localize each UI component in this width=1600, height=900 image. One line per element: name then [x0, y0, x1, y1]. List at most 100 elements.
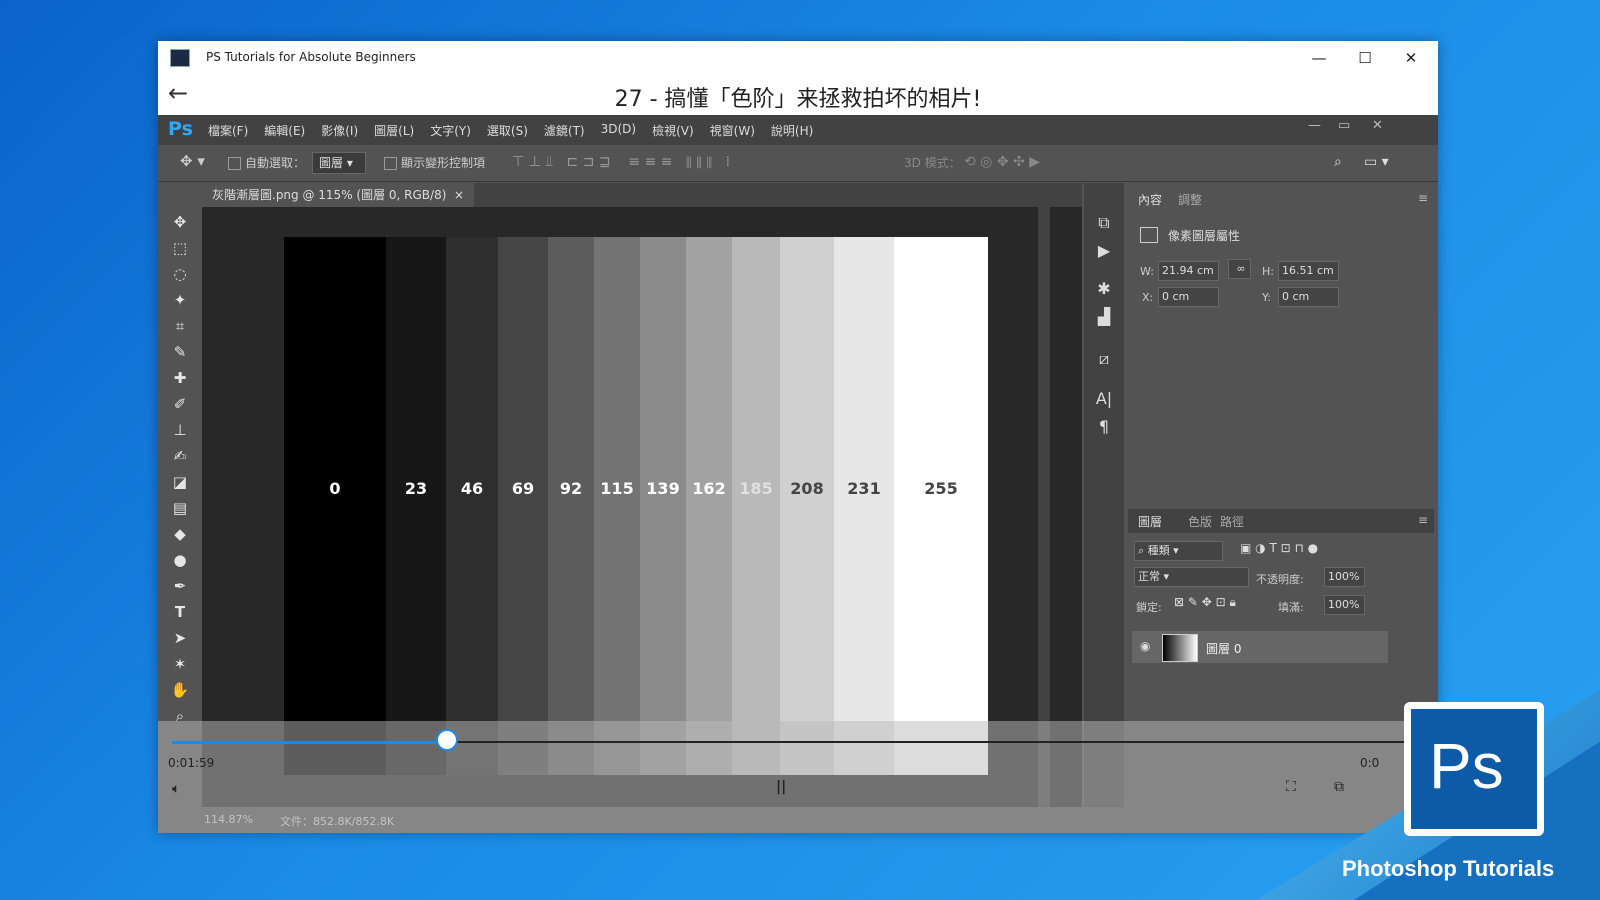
character-icon[interactable]: A| [1092, 389, 1116, 408]
magic-wand-icon[interactable]: ✦ [168, 289, 192, 311]
healing-brush-icon[interactable]: ✚ [168, 367, 192, 389]
fill-field[interactable]: 100% [1324, 595, 1365, 615]
tab-layers[interactable]: 圖層 [1138, 513, 1162, 530]
histogram-icon[interactable]: ▟ [1092, 307, 1116, 326]
marquee-tool-icon[interactable]: ⬚ [168, 237, 192, 259]
move-tool-icon[interactable]: ✥ ▾ [180, 152, 205, 170]
tab-channels[interactable]: 色版 [1188, 513, 1212, 530]
maximize-button[interactable]: ☐ [1342, 44, 1388, 72]
history-brush-icon[interactable]: ✍ [168, 445, 192, 467]
document-tab[interactable]: 灰階漸層圖.png @ 115% (圖層 0, RGB/8) × [202, 183, 475, 207]
menu-item[interactable]: 文字(Y) [430, 122, 471, 139]
paragraph-icon[interactable]: ¶ [1092, 417, 1116, 436]
y-field[interactable]: 0 cm [1278, 287, 1339, 307]
menu-item[interactable]: 檔案(F) [208, 122, 248, 139]
lock-icons[interactable]: ⊠ ✎ ✥ ⊡ 🔒︎ [1174, 595, 1236, 610]
layer-kind-filter[interactable]: ⌕ 種類 ▾ [1134, 541, 1223, 561]
minimize-button[interactable]: — [1296, 44, 1342, 72]
volume-icon[interactable]: 🔈︎ [172, 781, 180, 797]
menu-item[interactable]: 編輯(E) [264, 122, 305, 139]
gray-strip: 69 [498, 237, 548, 775]
layers-menu-icon[interactable]: ≡ [1418, 513, 1428, 527]
share-icon[interactable]: ⧉ [1334, 779, 1344, 795]
auto-select-checkbox[interactable]: 自動選取： [228, 154, 305, 171]
eyedropper-icon[interactable]: ✎ [168, 341, 192, 363]
align-icons[interactable]: ⊤ ⊥ ⫫ ⊏ ⊐ ⊒ ≡ ≡ ≡ ⦀ ⦀ ⦀ ⁞ [512, 154, 730, 170]
auto-select-target-dropdown[interactable]: 圖層 ▾ [312, 152, 366, 174]
gray-strip: 115 [594, 237, 640, 775]
pause-button[interactable]: || [776, 779, 786, 795]
tools-panel: ✥ ⬚ ◌ ✦ ⌗ ✎ ✚ ✐ ⊥ ✍ ◪ ▤ ◆ ● ✒ T ➤ ✶ ✋ ⌕ [162, 211, 198, 731]
path-select-icon[interactable]: ➤ [168, 627, 192, 649]
stamp-tool-icon[interactable]: ⊥ [168, 419, 192, 441]
adjust-icon[interactable]: ✱ [1092, 279, 1116, 298]
gray-strip: 231 [834, 237, 894, 775]
gray-strip: 46 [446, 237, 498, 775]
ps-minimize-icon[interactable]: — [1308, 118, 1321, 133]
actions-play-icon[interactable]: ▶ [1092, 241, 1116, 260]
dodge-tool-icon[interactable]: ● [168, 549, 192, 571]
auto-select-label: 自動選取： [245, 156, 306, 170]
opacity-label: 不透明度: [1256, 573, 1304, 586]
history-icon[interactable]: ⧉ [1092, 213, 1116, 233]
opacity-field[interactable]: 100% [1324, 567, 1365, 587]
menu-item[interactable]: 選取(S) [487, 122, 528, 139]
fullscreen-icon[interactable]: ⛶ [1286, 779, 1296, 795]
tab-paths[interactable]: 路徑 [1220, 513, 1244, 530]
menu-item[interactable]: 視窗(W) [710, 122, 755, 139]
close-button[interactable]: ✕ [1388, 44, 1434, 72]
gray-value-label: 255 [924, 479, 958, 498]
vertical-scrollbar[interactable] [1038, 207, 1050, 807]
gray-value-label: 185 [739, 479, 773, 498]
show-transform-checkbox[interactable]: 顯示變形控制項 [384, 154, 485, 171]
workspace-icon[interactable]: ▭ ▾ [1364, 154, 1389, 170]
seek-knob[interactable] [436, 729, 459, 751]
gray-value-label: 162 [692, 479, 726, 498]
menu-item[interactable]: 3D(D) [601, 122, 636, 139]
blend-mode-dropdown[interactable]: 正常 ▾ [1134, 567, 1249, 587]
tab-adjustments[interactable]: 調整 [1178, 191, 1202, 208]
link-icon[interactable]: ∞ [1228, 259, 1251, 279]
type-tool-icon[interactable]: T [168, 601, 192, 623]
menu-item[interactable]: 說明(H) [771, 122, 813, 139]
grayscale-image: 0 23 46 69 92 115 139 162 185 208 231 255 [284, 237, 996, 775]
menu-item[interactable]: 檢視(V) [652, 122, 694, 139]
menu-item[interactable]: 濾鏡(T) [544, 122, 585, 139]
shape-tool-icon[interactable]: ✶ [168, 653, 192, 675]
gray-strip: 208 [780, 237, 834, 775]
blur-tool-icon[interactable]: ◆ [168, 523, 192, 545]
ps-restore-icon[interactable]: ▭ [1338, 118, 1350, 133]
ps-close-icon[interactable]: ✕ [1372, 118, 1383, 133]
panel-menu-icon[interactable]: ≡ [1418, 191, 1428, 205]
move-tool-icon[interactable]: ✥ [168, 211, 192, 233]
app-icon [170, 49, 190, 67]
layer-filter-icons[interactable]: ▣ ◑ T ⊡ ⊓ ● [1240, 541, 1318, 555]
gray-strip: 162 [686, 237, 732, 775]
3d-tools-icons[interactable]: ⟲ ◎ ✥ ✣ ▶ [964, 154, 1040, 170]
menu-item[interactable]: 影像(I) [321, 122, 358, 139]
gray-value-label: 23 [404, 479, 428, 498]
glyphs-icon[interactable]: ⧄ [1092, 349, 1116, 369]
pixel-layer-icon [1140, 227, 1158, 243]
menu-item[interactable]: 圖層(L) [374, 122, 414, 139]
hand-tool-icon[interactable]: ✋ [168, 679, 192, 701]
x-field[interactable]: 0 cm [1158, 287, 1219, 307]
tab-properties[interactable]: 內容 [1138, 191, 1162, 208]
pen-tool-icon[interactable]: ✒ [168, 575, 192, 597]
lasso-tool-icon[interactable]: ◌ [168, 263, 192, 285]
crop-tool-icon[interactable]: ⌗ [168, 315, 192, 337]
search-icon[interactable]: ⌕ [1334, 154, 1342, 170]
lesson-header: ← 27 - 搞懂「色阶」来拯救拍坏的相片! [158, 75, 1438, 116]
brush-tool-icon[interactable]: ✐ [168, 393, 192, 415]
gradient-tool-icon[interactable]: ▤ [168, 497, 192, 519]
w-label: W: [1140, 265, 1154, 278]
width-field[interactable]: 21.94 cm [1158, 261, 1219, 281]
seek-progress [172, 741, 448, 744]
auto-select-target-value: 圖層 [319, 156, 344, 170]
height-field[interactable]: 16.51 cm [1278, 261, 1339, 281]
layers-tabbar: 圖層 色版 路徑 ≡ [1128, 509, 1434, 533]
eye-icon[interactable]: ◉ [1140, 639, 1150, 653]
tab-close-icon[interactable]: × [454, 188, 464, 202]
eraser-tool-icon[interactable]: ◪ [168, 471, 192, 493]
layer-row[interactable]: ◉ 圖層 0 [1132, 631, 1388, 663]
